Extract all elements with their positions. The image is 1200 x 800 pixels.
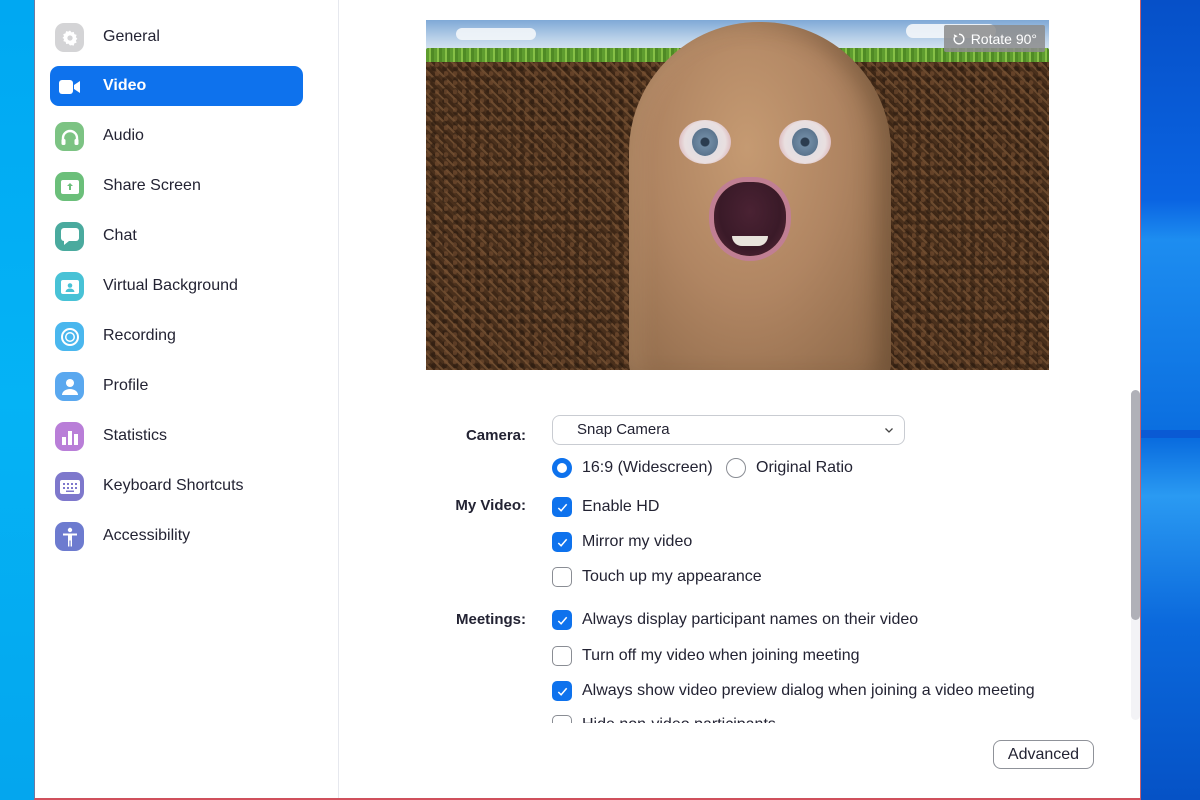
radio-label: Original Ratio <box>756 459 853 476</box>
show-video-preview-checkbox[interactable]: Always show video preview dialog when jo… <box>552 681 1035 701</box>
settings-sidebar: General Video Audio Share Screen Chat Vi… <box>35 0 339 798</box>
sidebar-item-label: Video <box>103 77 147 94</box>
profile-icon <box>55 372 84 401</box>
checkbox-unchecked[interactable] <box>552 715 572 723</box>
sidebar-item-video[interactable]: Video <box>50 66 303 106</box>
checkmark-icon <box>557 616 567 625</box>
desktop-background-left <box>0 0 34 800</box>
checkbox-label: Turn off my video when joining meeting <box>582 647 860 664</box>
scrollbar-thumb[interactable] <box>1131 390 1140 620</box>
sidebar-item-virtual-background[interactable]: Virtual Background <box>50 266 303 306</box>
accessibility-icon <box>55 522 84 551</box>
checkbox-label: Enable HD <box>582 498 660 515</box>
recording-icon <box>55 322 84 351</box>
checkbox-checked[interactable] <box>552 610 572 630</box>
checkbox-checked[interactable] <box>552 497 572 517</box>
camera-preview: Rotate 90° <box>426 20 1049 370</box>
potato-face-filter <box>629 22 891 370</box>
turn-off-video-checkbox[interactable]: Turn off my video when joining meeting <box>552 646 859 666</box>
my-video-label: My Video: <box>455 497 526 514</box>
advanced-button[interactable]: Advanced <box>993 740 1094 769</box>
touch-up-appearance-checkbox[interactable]: Touch up my appearance <box>552 567 762 587</box>
sidebar-item-label: Keyboard Shortcuts <box>103 477 244 494</box>
radio-unselected[interactable] <box>726 458 746 478</box>
sidebar-item-label: Share Screen <box>103 177 201 194</box>
sidebar-item-label: Virtual Background <box>103 277 238 294</box>
ratio-original-radio[interactable]: Original Ratio <box>726 458 853 478</box>
sidebar-item-label: Recording <box>103 327 176 344</box>
preview-cloud <box>456 28 536 40</box>
checkbox-label: Always display participant names on thei… <box>582 611 919 628</box>
checkbox-checked[interactable] <box>552 681 572 701</box>
video-settings-panel: Rotate 90° Camera: Snap Camera 16:9 (Wid… <box>340 0 1140 798</box>
checkbox-label: Touch up my appearance <box>582 568 762 585</box>
mouth <box>714 182 786 256</box>
right-eye <box>779 120 831 164</box>
sidebar-item-label: Accessibility <box>103 527 191 544</box>
share-screen-icon <box>55 172 84 201</box>
sidebar-item-audio[interactable]: Audio <box>50 116 303 156</box>
sidebar-item-recording[interactable]: Recording <box>50 316 303 356</box>
checkmark-icon <box>557 503 567 512</box>
sidebar-item-label: Profile <box>103 377 149 394</box>
checkbox-label: Mirror my video <box>582 533 693 550</box>
ratio-16-9-radio[interactable]: 16:9 (Widescreen) <box>552 458 713 478</box>
virtual-background-icon <box>55 272 84 301</box>
settings-window: General Video Audio Share Screen Chat Vi… <box>34 0 1141 800</box>
sidebar-item-share-screen[interactable]: Share Screen <box>50 166 303 206</box>
scrolled-clip-area: Hide non-video participants <box>552 708 1112 723</box>
sidebar-item-general[interactable]: General <box>50 17 303 57</box>
keyboard-icon <box>55 472 84 501</box>
chevron-down-icon <box>885 428 893 433</box>
checkbox-checked[interactable] <box>552 532 572 552</box>
sidebar-item-keyboard-shortcuts[interactable]: Keyboard Shortcuts <box>50 466 303 506</box>
desktop-background-right <box>1141 0 1200 800</box>
checkmark-icon <box>557 687 567 696</box>
checkbox-label: Always show video preview dialog when jo… <box>582 682 1035 699</box>
checkbox-label: Hide non-video participants <box>582 716 776 723</box>
statistics-icon <box>55 422 84 451</box>
sidebar-item-accessibility[interactable]: Accessibility <box>50 516 303 556</box>
camera-label: Camera: <box>465 427 526 444</box>
checkbox-unchecked[interactable] <box>552 646 572 666</box>
headphones-icon <box>55 122 84 151</box>
checkbox-unchecked[interactable] <box>552 567 572 587</box>
sidebar-item-label: Statistics <box>103 427 168 444</box>
hide-non-video-participants-checkbox[interactable]: Hide non-video participants <box>552 715 776 723</box>
camera-select-value: Snap Camera <box>577 421 670 438</box>
checkmark-icon <box>557 538 567 547</box>
gear-icon <box>55 23 84 52</box>
video-camera-icon <box>55 72 84 101</box>
radio-label: 16:9 (Widescreen) <box>582 459 713 476</box>
enable-hd-checkbox[interactable]: Enable HD <box>552 497 659 517</box>
display-participant-names-checkbox[interactable]: Always display participant names on thei… <box>552 610 918 630</box>
sidebar-item-label: Audio <box>103 127 144 144</box>
rotate-icon <box>953 32 965 44</box>
left-eye <box>679 120 731 164</box>
radio-selected[interactable] <box>552 458 572 478</box>
sidebar-item-chat[interactable]: Chat <box>50 216 303 256</box>
rotate-label: Rotate 90° <box>970 30 1037 47</box>
sidebar-item-statistics[interactable]: Statistics <box>50 416 303 456</box>
rotate-90-button[interactable]: Rotate 90° <box>943 25 1045 52</box>
sidebar-item-profile[interactable]: Profile <box>50 366 303 406</box>
meetings-label: Meetings: <box>455 611 526 628</box>
mirror-video-checkbox[interactable]: Mirror my video <box>552 532 692 552</box>
chat-bubble-icon <box>55 222 84 251</box>
sidebar-item-label: Chat <box>103 227 137 244</box>
sidebar-item-label: General <box>103 28 160 45</box>
camera-select[interactable]: Snap Camera <box>552 415 905 445</box>
